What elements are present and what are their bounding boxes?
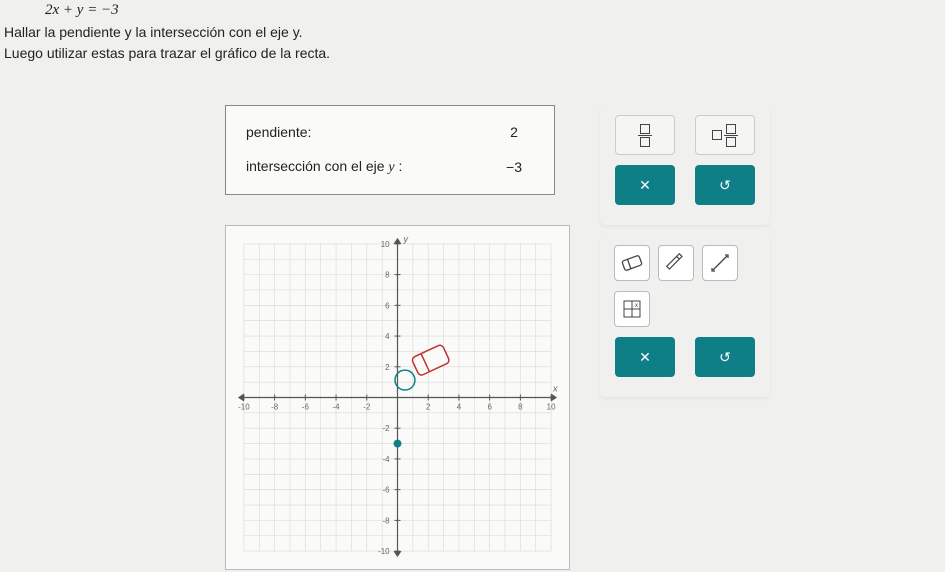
eraser-icon xyxy=(411,344,450,376)
yint-row: intersección con el eje y : −3 xyxy=(246,158,534,176)
equation: 2x + y = −3 xyxy=(45,2,119,19)
eraser-tool-icon xyxy=(621,255,643,271)
graph-panel[interactable]: x y -10 -8 -6 -4 -2 2 4 6 8 10 -10 -8 -6 -4 -2 2 4 6 8 10 xyxy=(225,225,570,570)
draw-tool-row-2: x xyxy=(610,291,760,327)
svg-text:4: 4 xyxy=(385,332,390,341)
line-icon xyxy=(710,253,730,273)
draw-tool-row-1 xyxy=(610,245,760,281)
answer-box: pendiente: 2 intersección con el eje y :… xyxy=(225,105,555,195)
fraction-tool-row xyxy=(610,115,760,155)
undo-icon: ↺ xyxy=(719,349,731,366)
answer-tool-panel: ✕ ↺ xyxy=(600,105,770,225)
graph-action-row: ✕ ↺ xyxy=(610,337,760,377)
instructions: Hallar la pendiente y la intersección co… xyxy=(4,22,330,64)
svg-text:6: 6 xyxy=(385,301,390,310)
pencil-icon xyxy=(666,253,686,273)
instruction-line-2: Luego utilizar estas para trazar el gráf… xyxy=(4,43,330,64)
svg-text:8: 8 xyxy=(385,271,390,280)
svg-text:x: x xyxy=(635,303,638,309)
instruction-line-1: Hallar la pendiente y la intersección co… xyxy=(4,22,330,43)
yint-label: intersección con el eje y : xyxy=(246,158,402,176)
svg-text:-2: -2 xyxy=(363,402,371,411)
close-icon: ✕ xyxy=(639,177,651,194)
mixed-fraction-button[interactable] xyxy=(695,115,755,155)
yint-input[interactable]: −3 xyxy=(494,159,534,175)
svg-text:x: x xyxy=(552,384,558,394)
graph-svg: x y -10 -8 -6 -4 -2 2 4 6 8 10 -10 -8 -6 -4 -2 2 4 6 8 10 xyxy=(226,226,569,569)
zoom-grid-icon: x xyxy=(622,299,642,319)
zoom-grid-button[interactable]: x xyxy=(614,291,650,327)
plotted-point[interactable] xyxy=(394,440,402,448)
slope-label: pendiente: xyxy=(246,124,311,140)
svg-text:-4: -4 xyxy=(333,402,341,411)
close-icon: ✕ xyxy=(639,349,651,366)
svg-text:-2: -2 xyxy=(382,424,390,433)
svg-text:6: 6 xyxy=(487,402,492,411)
svg-text:2: 2 xyxy=(426,402,431,411)
eraser-tool-button[interactable] xyxy=(614,245,650,281)
svg-text:-6: -6 xyxy=(302,402,310,411)
slope-row: pendiente: 2 xyxy=(246,124,534,140)
fraction-button[interactable] xyxy=(615,115,675,155)
graph-tool-panel: x ✕ ↺ xyxy=(600,235,770,397)
graph-clear-button[interactable]: ✕ xyxy=(615,337,675,377)
svg-text:-6: -6 xyxy=(382,486,390,495)
yint-label-pre: intersección con el eje xyxy=(246,158,388,174)
svg-text:-10: -10 xyxy=(378,547,390,556)
svg-text:2: 2 xyxy=(385,363,390,372)
fraction-icon xyxy=(638,124,652,147)
line-tool-button[interactable] xyxy=(702,245,738,281)
svg-text:10: 10 xyxy=(547,402,556,411)
mixed-fraction-icon xyxy=(712,124,738,147)
pencil-tool-button[interactable] xyxy=(658,245,694,281)
undo-icon: ↺ xyxy=(719,177,731,194)
svg-text:8: 8 xyxy=(518,402,523,411)
action-row: ✕ ↺ xyxy=(610,165,760,205)
clear-button[interactable]: ✕ xyxy=(615,165,675,205)
yint-label-post: : xyxy=(395,158,403,174)
svg-text:-10: -10 xyxy=(238,402,250,411)
slope-input[interactable]: 2 xyxy=(494,124,534,140)
svg-text:4: 4 xyxy=(457,402,462,411)
svg-text:10: 10 xyxy=(381,240,390,249)
graph-undo-button[interactable]: ↺ xyxy=(695,337,755,377)
undo-button[interactable]: ↺ xyxy=(695,165,755,205)
svg-text:y: y xyxy=(402,234,408,244)
svg-text:-8: -8 xyxy=(382,516,390,525)
svg-text:-4: -4 xyxy=(382,455,390,464)
svg-text:-8: -8 xyxy=(271,402,279,411)
